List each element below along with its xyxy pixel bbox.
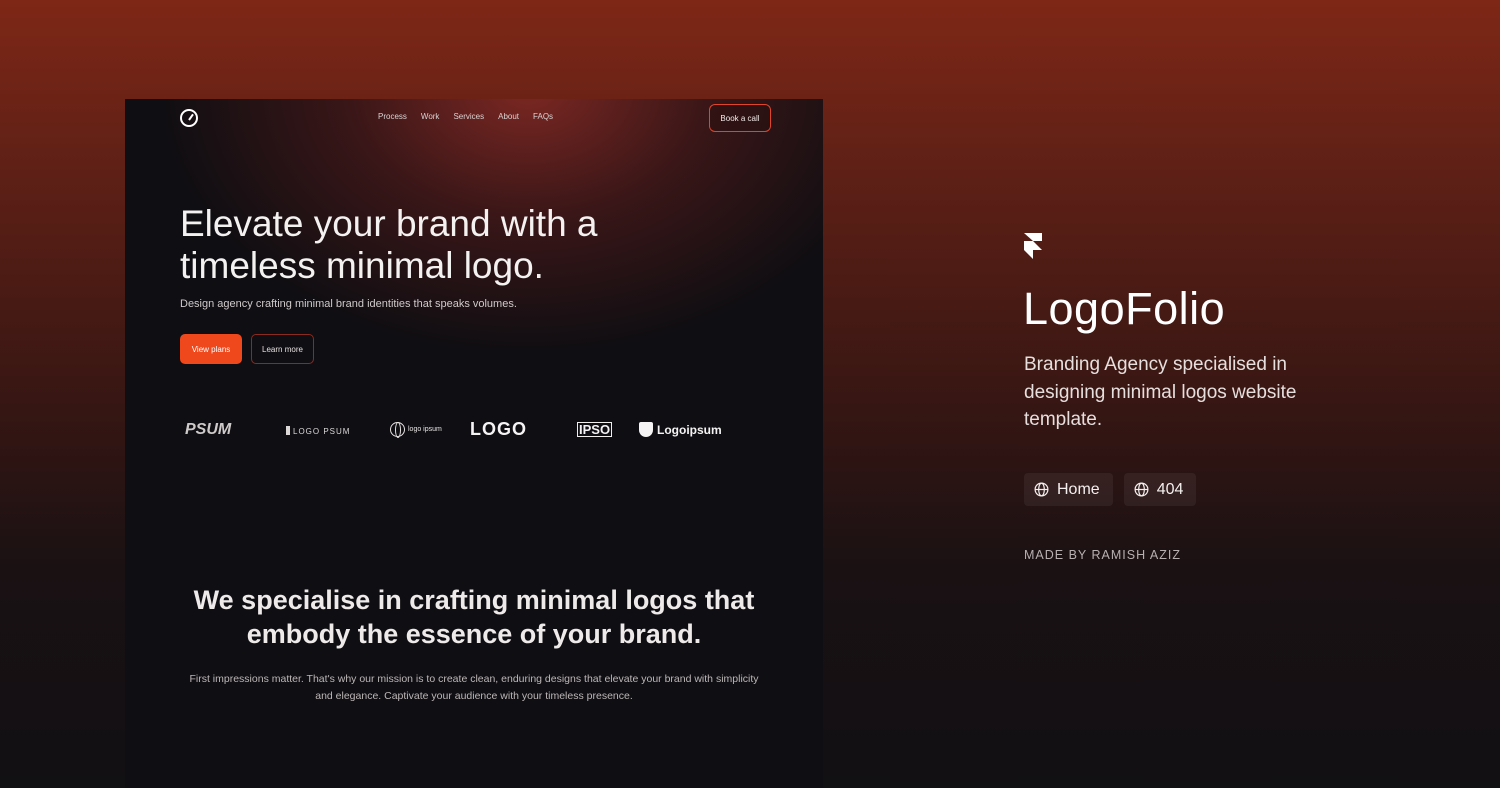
tag-404[interactable]: 404 xyxy=(1123,473,1197,506)
section-body: First impressions matter. That's why our… xyxy=(189,673,759,702)
nav-link-services[interactable]: Services xyxy=(453,112,484,122)
client-logo: Logoipsum xyxy=(639,422,722,437)
client-logo: IPSO xyxy=(577,422,613,437)
client-logo-strip: PSUM LOGO PSUM logo ipsum LOGO IPSO Logo… xyxy=(180,419,740,443)
section-title: We specialise in crafting minimal logos … xyxy=(193,585,755,649)
product-title: LogoFolio xyxy=(1023,283,1226,334)
nav-link-faqs[interactable]: FAQs xyxy=(533,112,553,122)
client-logo: logo ipsum xyxy=(390,422,442,438)
framer-icon xyxy=(1024,233,1042,259)
book-call-button[interactable]: Book a call xyxy=(709,104,771,132)
hero-title: Elevate your brand with a timeless minim… xyxy=(180,203,598,286)
view-plans-button[interactable]: View plans xyxy=(180,334,242,364)
client-logo-text: logo ipsum xyxy=(408,426,442,433)
page-tags: Home 404 xyxy=(1024,473,1197,506)
globe-icon xyxy=(1134,482,1149,497)
nav-link-work[interactable]: Work xyxy=(421,112,440,122)
site-logo-icon[interactable] xyxy=(180,109,198,127)
learn-more-button[interactable]: Learn more xyxy=(251,334,314,364)
nav-link-about[interactable]: About xyxy=(498,112,519,122)
product-description: Branding Agency specialised in designing… xyxy=(1024,354,1297,430)
website-preview: Process Work Services About FAQs Book a … xyxy=(125,99,823,788)
author-credit: MADE BY RAMISH AZIZ xyxy=(1024,548,1181,562)
preview-navbar: Process Work Services About FAQs Book a … xyxy=(125,99,823,139)
client-logo: PSUM xyxy=(185,421,232,438)
client-logo: LOGO xyxy=(470,419,527,439)
tag-home[interactable]: Home xyxy=(1024,473,1113,506)
logo-globe-icon xyxy=(390,422,405,438)
nav-link-process[interactable]: Process xyxy=(378,112,407,122)
client-logo: LOGO PSUM xyxy=(286,426,350,436)
hero-subtitle: Design agency crafting minimal brand ide… xyxy=(180,298,517,310)
tag-label: 404 xyxy=(1156,480,1184,498)
client-logo-text: Logoipsum xyxy=(657,422,722,437)
nav-links: Process Work Services About FAQs xyxy=(378,112,567,122)
tag-label: Home xyxy=(1057,480,1100,498)
shield-icon xyxy=(639,422,653,437)
globe-icon xyxy=(1034,482,1049,497)
